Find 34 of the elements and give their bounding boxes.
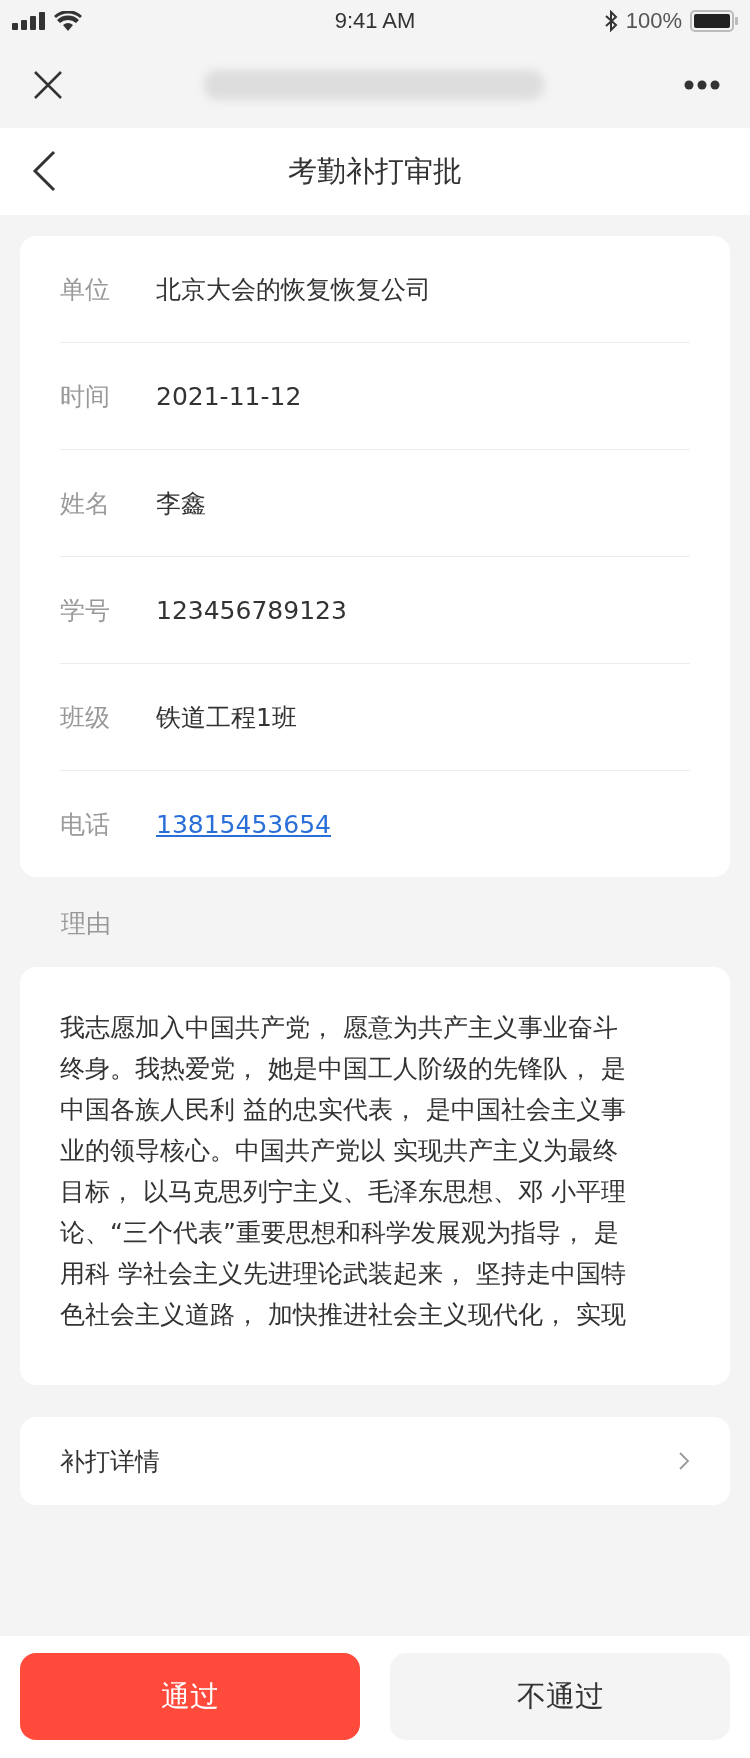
detail-row[interactable]: 补打详情 [20, 1417, 730, 1505]
wifi-icon [54, 11, 82, 31]
signal-icon [12, 12, 46, 30]
field-value: 2021-11-12 [156, 381, 302, 411]
field-label: 学号 [60, 594, 111, 627]
reject-button[interactable]: 不通过 [390, 1653, 730, 1740]
reason-line: 色社会主义道路， 加快推进社会主义现代化， 实现 [60, 1299, 626, 1331]
close-icon[interactable] [33, 70, 63, 100]
reason-line: 论、“三个代表”重要思想和科学发展观为指导， 是 [60, 1217, 619, 1249]
field-value: 李鑫 [156, 487, 206, 520]
back-icon[interactable] [32, 150, 56, 192]
reason-line: 终身。我热爱党， 她是中国工人阶级的先锋队， 是 [60, 1053, 626, 1085]
more-icon[interactable] [684, 80, 720, 90]
page-title: 考勤补打审批 [288, 152, 462, 190]
battery-percent: 100% [625, 8, 682, 34]
field-label: 班级 [60, 701, 111, 734]
field-label: 单位 [60, 273, 111, 306]
field-value: 北京大会的恢复恢复公司 [156, 273, 431, 306]
field-label: 电话 [60, 808, 111, 841]
reason-line: 中国各族人民利 益的忠实代表， 是中国社会主义事 [60, 1094, 626, 1126]
field-label: 姓名 [60, 487, 111, 520]
field-value: 123456789123 [156, 595, 347, 625]
battery-icon [690, 10, 738, 32]
reason-line: 业的领导核心。中国共产党以 实现共产主义为最终 [60, 1135, 618, 1167]
field-label: 时间 [60, 380, 111, 413]
reason-line: 用科 学社会主义先进理论武装起来， 坚持走中国特 [60, 1258, 626, 1290]
section-label: 理由 [60, 908, 112, 940]
chevron-right-icon [678, 1451, 690, 1471]
field-value: 铁道工程1班 [156, 701, 297, 734]
bluetooth-icon [603, 10, 618, 32]
status-time: 9:41 AM [334, 8, 416, 34]
reason-line: 目标， 以马克思列宁主义、毛泽东思想、邓 小平理 [60, 1176, 626, 1208]
phone-link[interactable]: 13815453654 [156, 809, 331, 839]
reason-line: 我志愿加入中国共产党， 愿意为共产主义事业奋斗 [60, 1012, 618, 1044]
